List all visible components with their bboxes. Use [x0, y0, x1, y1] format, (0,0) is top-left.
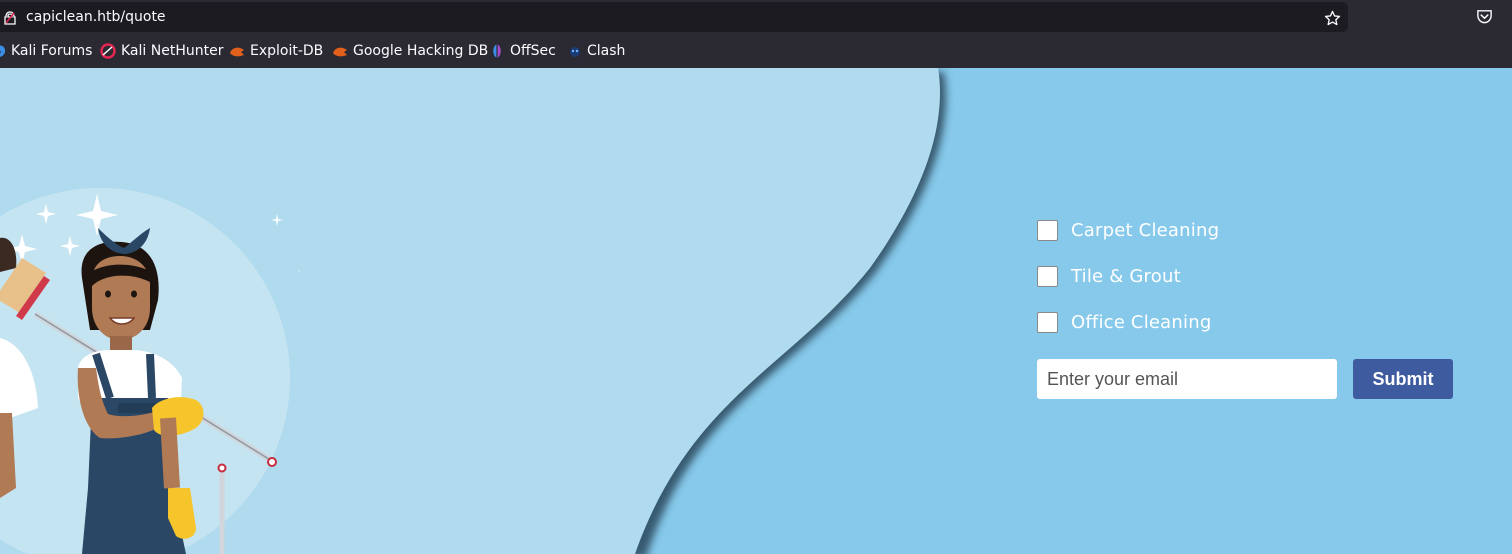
offsec-icon	[493, 44, 501, 58]
office-cleaning-checkbox[interactable]	[1037, 311, 1058, 333]
tile-grout-checkbox[interactable]	[1037, 265, 1058, 287]
office-cleaning-label: Office Cleaning	[1071, 311, 1212, 333]
bookmark-label: Clash	[587, 43, 626, 59]
exploit-db-icon	[230, 47, 244, 57]
service-option-carpet-cleaning: Carpet Cleaning	[1037, 217, 1219, 243]
quote-page: Carpet Cleaning Tile & Grout Office Clea…	[0, 68, 1512, 554]
bookmark-kali-nethunter[interactable]: Kali NetHunter	[100, 42, 223, 60]
pocket-icon[interactable]	[1476, 8, 1493, 25]
carpet-cleaning-checkbox[interactable]	[1037, 219, 1058, 241]
site-info-icon[interactable]	[4, 11, 16, 25]
kali-nethunter-icon	[100, 43, 116, 59]
carpet-cleaning-label: Carpet Cleaning	[1071, 219, 1220, 241]
bookmark-offsec[interactable]: OffSec	[489, 42, 556, 60]
bookmark-label: Exploit-DB	[250, 43, 324, 59]
tile-grout-label: Tile & Grout	[1071, 265, 1181, 287]
bookmark-label: Kali Forums	[11, 43, 93, 59]
bookmark-clash[interactable]: Clash	[568, 42, 625, 60]
bookmark-star-icon[interactable]	[1324, 10, 1341, 27]
google-hacking-db-icon	[333, 47, 347, 57]
bookmark-google-hacking-db[interactable]: Google Hacking DB	[332, 42, 488, 60]
service-option-office-cleaning: Office Cleaning	[1037, 309, 1211, 335]
bookmark-label: Kali NetHunter	[121, 43, 224, 59]
submit-button[interactable]: Submit	[1353, 359, 1453, 399]
bookmarks-toolbar: Kali Forums Kali NetHunter Exploit-DB Go…	[0, 34, 1512, 69]
bookmark-exploit-db[interactable]: Exploit-DB	[229, 42, 323, 60]
kali-forums-icon	[0, 45, 6, 57]
browser-toolbar: capiclean.htb/quote	[0, 0, 1512, 34]
hero-background	[0, 68, 947, 554]
email-input[interactable]	[1037, 359, 1337, 399]
url-text[interactable]: capiclean.htb/quote	[26, 9, 166, 25]
clash-icon	[570, 47, 580, 57]
bookmark-kali-forums[interactable]: Kali Forums	[0, 42, 92, 60]
service-option-tile-grout: Tile & Grout	[1037, 263, 1181, 289]
url-bar[interactable]: capiclean.htb/quote	[0, 2, 1348, 32]
bookmark-label: Google Hacking DB	[353, 43, 489, 59]
bookmark-label: OffSec	[510, 43, 556, 59]
